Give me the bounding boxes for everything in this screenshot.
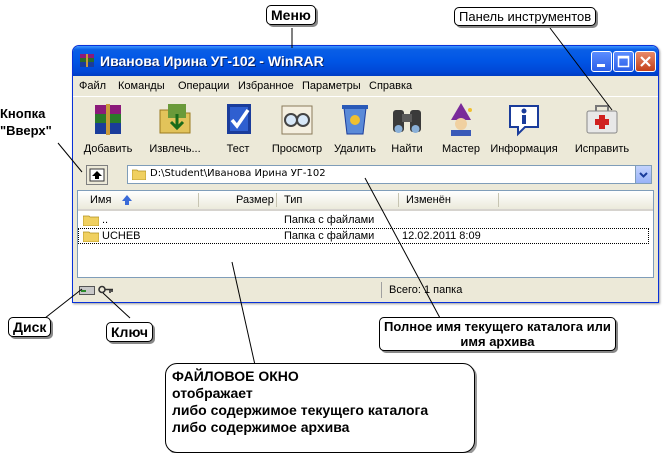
menu-options[interactable]: Параметры [302,80,361,92]
toolbar-callout: Панель инструментов [454,7,597,26]
view-label: Просмотр [271,143,323,155]
column-divider [398,193,399,207]
callout-line: "Вверх" [0,123,52,138]
callout-line: ФАЙЛОВОЕ ОКНО [172,368,299,384]
minimize-button[interactable] [591,51,612,72]
chevron-down-icon [639,172,648,178]
test-button[interactable]: Тест [213,100,263,155]
column-divider [198,193,199,207]
table-row[interactable]: UCHEB Папка с файлами 12.02.2011 8:09 [78,228,649,244]
path-field[interactable]: D:\Student\Иванова Ирина УГ-102 [127,165,652,184]
wizard-icon [451,103,472,136]
arrow-up-icon [89,168,105,182]
delete-label: Удалить [334,143,376,155]
status-text: Всего: 1 папка [389,284,463,296]
callout-line: либо содержимое архива [172,419,350,435]
path-callout: Полное имя текущего каталога или имя арх… [379,317,616,351]
folder-icon [132,169,146,180]
callout-line: либо содержимое текущего каталога [172,402,429,418]
delete-button[interactable]: Удалить [329,100,381,155]
col-size[interactable]: Размер [236,194,274,206]
path-text: D:\Student\Иванова Ирина УГ-102 [150,168,326,179]
find-label: Найти [391,143,423,155]
repair-label: Исправить [574,143,630,155]
maximize-icon [617,55,630,68]
menu-favorites[interactable]: Избранное [238,80,294,92]
file-window-callout: ФАЙЛОВОЕ ОКНО отображает либо содержимое… [165,363,475,453]
up-button[interactable] [86,165,108,185]
disk-callout: Диск [8,317,52,337]
menu-operations[interactable]: Операции [178,80,229,92]
view-glasses-icon [281,105,313,135]
menu-bar: Файл Команды Операции Избранное Параметр… [73,76,658,95]
extract-button[interactable]: Извлечь... [143,100,207,155]
winrar-window: Иванова Ирина УГ-102 - WinRAR Файл Коман… [72,45,659,303]
find-button[interactable]: Найти [385,100,429,155]
col-type[interactable]: Тип [284,194,302,206]
folder-icon [83,231,99,242]
column-header: Имя Размер Тип Изменён [78,191,653,211]
menu-commands[interactable]: Команды [118,80,165,92]
callout-line: Полное имя текущего каталога или [384,319,611,334]
view-button[interactable]: Просмотр [269,100,325,155]
extract-icon [159,104,191,134]
title-bar[interactable]: Иванова Ирина УГ-102 - WinRAR [73,46,658,76]
row-type: Папка с файлами [284,230,375,242]
sort-up-icon [122,195,132,205]
info-icon [509,105,539,137]
delete-icon [342,105,368,135]
add-button[interactable]: Добавить [79,100,137,155]
row-name: .. [102,214,109,226]
repair-button[interactable]: Исправить [571,100,633,155]
add-label: Добавить [83,143,133,155]
callout-line: имя архива [460,334,535,349]
file-list[interactable]: Имя Размер Тип Изменён .. Папка с файлам… [77,190,654,278]
address-bar: D:\Student\Иванова Ирина УГ-102 [73,162,658,188]
row-modified: 12.02.2011 8:09 [402,230,481,242]
up-button-callout: Кнопка "Вверх" [0,105,52,139]
table-row[interactable]: .. Папка с файлами [78,212,653,228]
wizard-button[interactable]: Мастер [437,100,485,155]
wizard-label: Мастер [441,143,481,155]
col-modified[interactable]: Изменён [406,194,451,206]
col-name[interactable]: Имя [90,194,111,206]
path-dropdown-button[interactable] [635,166,651,183]
toolbar: Добавить Извлечь... Тест Просмотр Удалит… [73,96,658,159]
row-type: Папка с файлами [284,214,375,226]
binoculars-icon [393,110,421,133]
close-button[interactable] [635,51,656,72]
menu-help[interactable]: Справка [369,80,412,92]
winrar-app-icon [80,54,94,67]
test-label: Тест [226,143,250,155]
window-title: Иванова Ирина УГ-102 - WinRAR [100,53,324,69]
menu-file[interactable]: Файл [79,80,106,92]
first-aid-icon [586,105,618,134]
column-divider [276,193,277,207]
key-callout: Ключ [106,322,153,342]
status-bar: Всего: 1 папка [73,280,658,300]
menu-callout: Меню [266,5,316,25]
row-name: UCHEB [102,230,141,242]
info-label: Информация [490,143,558,155]
books-archive-icon [95,104,121,135]
folder-icon [83,215,99,226]
callout-line: отображает [172,385,253,401]
close-icon [640,56,651,67]
extract-label: Извлечь... [149,143,201,155]
callout-line: Кнопка [0,106,46,121]
status-divider [381,282,382,298]
minimize-icon [597,64,605,67]
key-icon[interactable] [98,284,114,295]
test-icon [227,104,251,134]
info-button[interactable]: Информация [489,100,559,155]
disk-icon[interactable] [79,284,95,295]
column-divider [498,193,499,207]
maximize-button[interactable] [613,51,634,72]
